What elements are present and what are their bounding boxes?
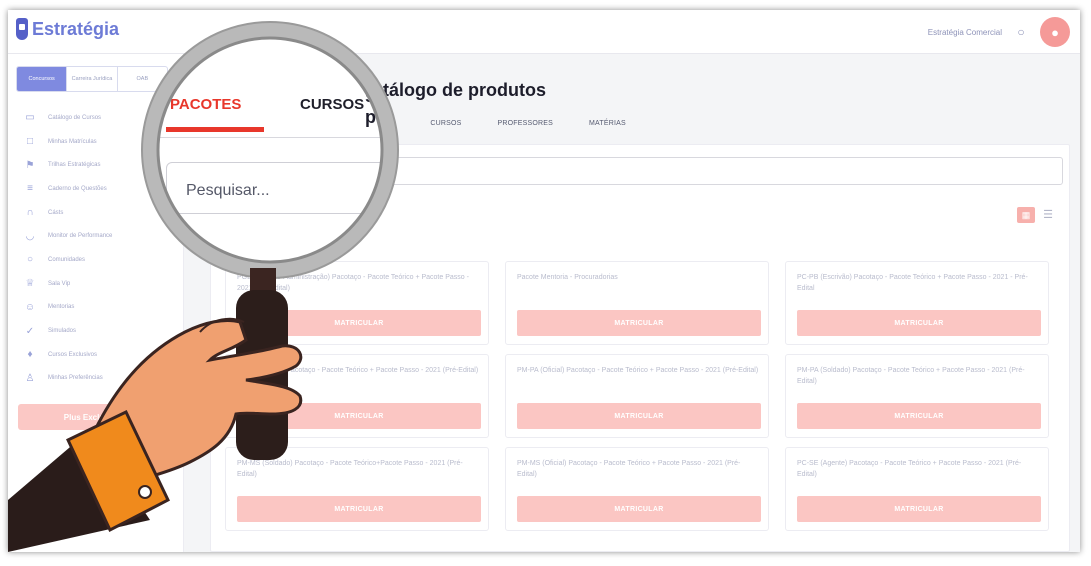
top-right-area: Estratégia Comercial ○ ● [928, 17, 1070, 47]
chat-icon: ○ [26, 254, 34, 266]
view-toggle: ▦ ☰ [1017, 207, 1055, 223]
flag-icon: ⚑ [25, 159, 35, 171]
product-title: PGE-(Técnico-Administração) Pacotaço - P… [237, 274, 469, 292]
store-name[interactable]: Estratégia Comercial [928, 28, 1002, 37]
matricular-button[interactable]: MATRICULAR [797, 496, 1041, 522]
sidebar-item-label: Minhas Matrículas [48, 138, 97, 145]
tab-professores[interactable]: PROFESSORES [498, 120, 554, 127]
product-card: PM-MS (Soldado) Pacotaço - Pacote Teóric… [225, 447, 489, 531]
check-circle-icon: ✓ [25, 325, 35, 337]
product-title: PM-MS (Oficial) Pacotaço - Pacote Teóric… [517, 460, 741, 478]
product-card: PC-SE (Agente) Pacotaço - Pacote Teórico… [785, 447, 1049, 531]
notification-bell-button[interactable]: ● [1040, 17, 1070, 47]
tab-cursos[interactable]: CURSOS [430, 120, 461, 127]
list-view-button[interactable]: ☰ [1041, 207, 1055, 223]
sidebar-item-preferencias[interactable]: ♙ Minhas Preferências [8, 367, 183, 391]
headphones-icon: ∩ [26, 207, 34, 219]
sidebar-tabs: Concursos Carreira Jurídica OAB [16, 66, 168, 92]
matricular-button[interactable]: MATRICULAR [237, 310, 481, 336]
logo-text: Estratégia [32, 18, 120, 39]
bell-icon: ● [1051, 24, 1059, 40]
sidebar-item-label: Monitor de Performance [48, 233, 113, 240]
sidebar-tab-oab[interactable]: OAB [118, 67, 167, 91]
sidebar-item-exclusivos[interactable]: ♦ Cursos Exclusivos [8, 343, 183, 367]
product-title: PM-PA (Soldado) Pacotaço - Pacote Teóric… [797, 367, 1025, 385]
product-card: PM-PA (Soldado) Pacotaço - Pacote Teóric… [785, 354, 1049, 438]
promo-button[interactable]: Plus Exclusivo [18, 404, 166, 430]
sidebar-item-label: Trilhas Estratégicas [48, 162, 101, 169]
monitor-icon: ▭ [25, 112, 35, 124]
product-title: PC-PB (Escrivão) Pacotaço - Pacote Teóri… [797, 274, 1028, 292]
product-card: PM-MS (Oficial) Pacotaço - Pacote Teóric… [505, 447, 769, 531]
sidebar-item-catalogo[interactable]: ▭ Catálogo de Cursos [8, 106, 183, 130]
matricular-button[interactable]: MATRICULAR [797, 310, 1041, 336]
sidebar-item-label: Cásts [48, 209, 64, 216]
grid-icon: ▦ [1021, 209, 1031, 220]
sidebar-item-label: Caderno de Questões [48, 185, 107, 192]
gauge-icon: ◡ [25, 230, 35, 242]
product-title: PC-SE (Agente) Pacotaço - Pacote Teórico… [797, 460, 1022, 478]
sidebar-menu: ▭ Catálogo de Cursos □ Minhas Matrículas ⚑… [8, 106, 183, 390]
list-icon: ☰ [1043, 209, 1053, 221]
sidebar-tab-carreira-juridica[interactable]: Carreira Jurídica [67, 67, 118, 91]
sidebar-item-label: Comunidades [48, 256, 86, 263]
matricular-button[interactable]: MATRICULAR [517, 403, 761, 429]
product-title: PM-MS (Soldado) Pacotaço - Pacote Teóric… [237, 460, 463, 478]
sidebar-item-label: Simulados [48, 328, 77, 335]
product-tabs: PACOTES CURSOS PROFESSORES MATÉRIAS [360, 120, 626, 127]
matricular-button[interactable]: MATRICULAR [237, 403, 481, 429]
tab-materias[interactable]: MATÉRIAS [589, 120, 626, 127]
product-title: Pacote Mentoria - Procuradorias [517, 274, 618, 281]
product-card: PC-PB (Escrivão) Pacotaço - Pacote Teóri… [785, 261, 1049, 345]
sidebar-item-label: Minhas Preferências [48, 375, 103, 382]
sidebar: Concursos Carreira Jurídica OAB ▭ Catálog… [8, 54, 184, 552]
sidebar-tab-concursos[interactable]: Concursos [17, 67, 68, 91]
diamond-icon: ♦ [27, 349, 33, 361]
product-card: PGE-(Técnico-Administração) Pacotaço - P… [225, 261, 489, 345]
tab-pacotes[interactable]: PACOTES [360, 120, 394, 127]
sidebar-item-mentorias[interactable]: ☺ Mentorias [8, 296, 183, 320]
sidebar-item-matriculas[interactable]: □ Minhas Matrículas [8, 130, 183, 154]
main-content: Catálogo de produtos PACOTES CURSOS PROF… [184, 54, 1080, 552]
product-title: PM-PA (Oficial) Pacotaço - Pacote Teóric… [517, 367, 759, 374]
sidebar-item-simulados[interactable]: ✓ Simulados [8, 319, 183, 343]
matricular-button[interactable]: MATRICULAR [237, 496, 481, 522]
tablet-icon: □ [26, 136, 34, 148]
sidebar-item-label: Cursos Exclusivos [48, 351, 98, 358]
matricular-button[interactable]: MATRICULAR [517, 496, 761, 522]
sidebar-item-label: Sala Vip [48, 280, 71, 287]
logo-icon [16, 18, 28, 40]
product-card: PM-PA (Oficial) Pacotaço - Pacote Teóric… [505, 354, 769, 438]
grid-view-button[interactable]: ▦ [1017, 207, 1035, 223]
brand-logo[interactable]: Estratégia [16, 18, 119, 40]
user-icon[interactable]: ○ [1014, 25, 1028, 39]
catalog-panel: ▦ ☰ PGE-(Técnico-Administração) Pacotaço… [210, 144, 1070, 552]
new-badge [155, 185, 165, 193]
sidebar-item-casts[interactable]: ∩ Cásts [8, 201, 183, 225]
list-icon: ≡ [27, 183, 33, 195]
product-card: Pacote Mentoria - Procuradorias MATRICULA… [505, 261, 769, 345]
top-bar: Estratégia Estratégia Comercial ○ ● [8, 10, 1080, 54]
sidebar-item-caderno[interactable]: ≡ Caderno de Questões [8, 177, 183, 201]
users-icon: ☺ [24, 301, 36, 313]
crown-icon: ♕ [25, 278, 35, 290]
product-card: PM-PA (Oficial) Pacotaço - Pacote Teóric… [225, 354, 489, 438]
page-title: Catálogo de produtos [360, 80, 546, 100]
sidebar-item-sala-vip[interactable]: ♕ Sala Vip [8, 272, 183, 296]
matricular-button[interactable]: MATRICULAR [797, 403, 1041, 429]
sidebar-item-trilhas[interactable]: ⚑ Trilhas Estratégicas [8, 153, 183, 177]
sidebar-item-monitor[interactable]: ◡ Monitor de Performance [8, 224, 183, 248]
sidebar-item-label: Catálogo de Cursos [48, 114, 102, 121]
app-window: Estratégia Estratégia Comercial ○ ● Conc… [8, 10, 1080, 552]
new-badge [155, 374, 165, 382]
person-icon: ♙ [25, 372, 35, 384]
search-input[interactable] [223, 157, 1063, 185]
sidebar-item-comunidades[interactable]: ○ Comunidades [8, 248, 183, 272]
matricular-button[interactable]: MATRICULAR [517, 310, 761, 336]
product-title: PM-PA (Oficial) Pacotaço - Pacote Teóric… [237, 367, 479, 374]
sidebar-item-label: Mentorias [48, 304, 75, 311]
